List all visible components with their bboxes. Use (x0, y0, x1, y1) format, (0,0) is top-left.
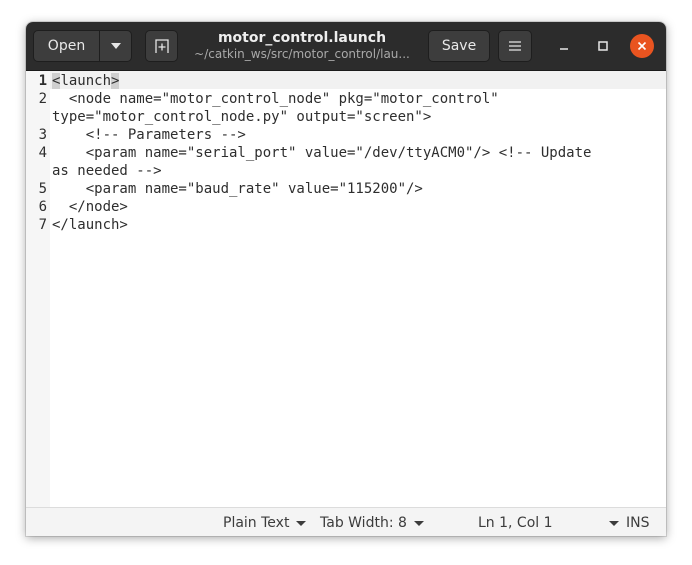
code-line: type="motor_control_node.py" output="scr… (52, 109, 432, 125)
language-label: Plain Text (223, 515, 290, 531)
chevron-down-icon (296, 520, 307, 526)
code-line: <launch> (52, 72, 120, 90)
maximize-icon (598, 41, 608, 51)
code-text: launch (60, 73, 112, 89)
close-icon (637, 41, 647, 51)
code-line: <node name="motor_control_node" pkg="mot… (52, 91, 499, 107)
open-recent-button[interactable] (99, 30, 132, 62)
save-button[interactable]: Save (428, 30, 490, 62)
insert-mode-label: INS (626, 515, 650, 531)
line-number: 5 (38, 181, 47, 197)
cursor-position-selector[interactable]: Ln 1, Col 1 (478, 514, 619, 532)
line-number: 4 (38, 145, 47, 161)
minimize-icon (560, 48, 568, 50)
matching-bracket: > (111, 73, 120, 89)
code-line: <!-- Parameters --> (52, 127, 246, 143)
window-title: motor_control.launch (217, 30, 387, 46)
cursor-position-label: Ln 1, Col 1 (478, 515, 553, 531)
code-line: </node> (52, 199, 128, 215)
code-line: <param name="serial_port" value="/dev/tt… (52, 145, 592, 161)
tab-width-label: Tab Width: 8 (320, 515, 407, 531)
insert-mode-indicator[interactable]: INS (626, 514, 650, 532)
new-tab-icon (154, 39, 169, 53)
line-number: 2 (38, 91, 47, 107)
main-menu-button[interactable] (498, 30, 532, 62)
code-line: </launch> (52, 217, 128, 233)
language-selector[interactable]: Plain Text (223, 514, 307, 532)
line-number: 7 (38, 217, 47, 233)
code-line: as needed --> (52, 163, 162, 179)
header-bar: Open motor_control.launch ~/catkin_ws/sr… (26, 22, 666, 71)
hamburger-menu-icon (509, 41, 521, 51)
maximize-button[interactable] (591, 34, 615, 58)
minimize-button[interactable] (552, 34, 576, 58)
chevron-down-icon (608, 520, 619, 526)
editor-window: Open motor_control.launch ~/catkin_ws/sr… (26, 22, 666, 536)
code-line: <param name="baud_rate" value="115200"/> (52, 181, 423, 197)
line-number: 3 (38, 127, 47, 143)
open-button-label: Open (47, 38, 86, 54)
open-button[interactable]: Open (33, 30, 100, 62)
line-number: 6 (38, 199, 47, 215)
tab-width-selector[interactable]: Tab Width: 8 (320, 514, 424, 532)
text-editor[interactable]: 1 2 3 4 5 6 7 <launch> <node name="motor_contr… (26, 71, 666, 507)
status-bar: Plain Text Tab Width: 8 Ln 1, Col 1 INS (26, 507, 666, 536)
chevron-down-icon (413, 520, 424, 526)
window-title-area: motor_control.launch ~/catkin_ws/src/mot… (186, 29, 418, 62)
chevron-down-icon (110, 43, 121, 49)
new-tab-button[interactable] (145, 30, 178, 62)
line-number: 1 (38, 73, 47, 89)
close-button[interactable] (630, 34, 654, 58)
save-button-label: Save (441, 38, 477, 54)
file-path: ~/catkin_ws/src/motor_control/lau... (194, 47, 410, 61)
current-line-highlight (50, 71, 666, 89)
